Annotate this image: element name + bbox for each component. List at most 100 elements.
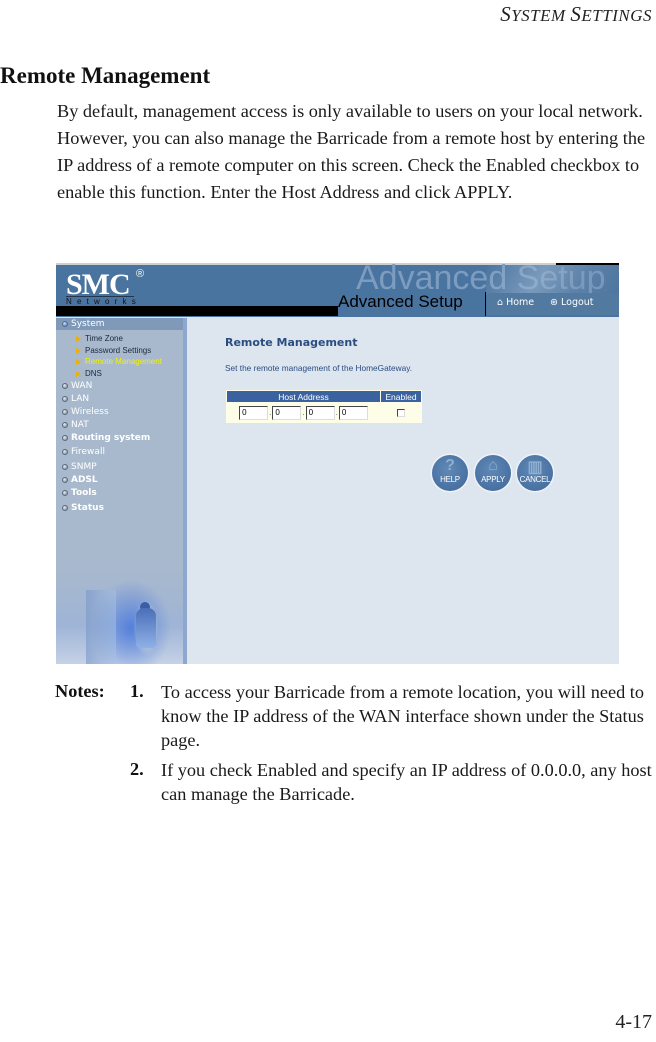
sidebar-item-wireless[interactable]: Wireless	[62, 407, 109, 417]
running-head: SYSTEM SETTINGS	[500, 2, 652, 27]
sidebar-subitem-label: Remote Management	[85, 357, 162, 366]
ip-separator: .	[269, 408, 272, 417]
table-row: . . .	[227, 403, 421, 422]
enabled-header: Enabled	[381, 391, 421, 402]
sidebar-item-label: Wireless	[71, 407, 109, 417]
logout-label: Logout	[561, 297, 594, 308]
header-black-bar	[56, 306, 338, 316]
running-head-cap-1: S	[500, 2, 512, 26]
sidebar-item-label: LAN	[71, 394, 90, 404]
logo-tagline: Networks	[66, 297, 141, 306]
sidebar-item-label: Status	[71, 503, 104, 513]
bullet-icon	[62, 435, 68, 441]
ip-octet-3-input[interactable]	[305, 405, 335, 420]
bullet-icon	[62, 505, 68, 511]
apply-label: APPLY	[481, 475, 505, 484]
house-icon: ⌂	[497, 297, 504, 308]
ip-octet-1-input[interactable]	[239, 405, 269, 420]
bullet-icon	[62, 477, 68, 483]
sidebar-subitem-label: DNS	[85, 369, 102, 378]
sidebar-item-status[interactable]: Status	[62, 503, 104, 513]
bullet-icon	[62, 409, 68, 415]
home-link[interactable]: ⌂ Home	[497, 297, 534, 308]
registered-mark: ®	[136, 268, 145, 280]
section-title: Remote Management	[0, 63, 211, 88]
sidebar-item-label: Tools	[71, 488, 97, 498]
sidebar-item-routing-system[interactable]: Routing system	[62, 433, 150, 443]
remote-management-table: Host Address Enabled . . .	[226, 390, 422, 423]
cancel-label: CANCEL	[519, 475, 551, 484]
enabled-cell	[381, 403, 421, 422]
help-label: HELP	[440, 475, 460, 484]
sidebar-item-label: System	[71, 319, 105, 329]
triangle-right-icon	[76, 370, 81, 377]
note-1-number: 1.	[130, 681, 144, 701]
sidebar-item-tools[interactable]: Tools	[62, 488, 97, 498]
sidebar-subitem-label: Time Zone	[85, 334, 123, 343]
sidebar-item-wan[interactable]: WAN	[62, 381, 92, 391]
banner-artwork	[486, 265, 619, 295]
photo-door	[86, 590, 116, 664]
sidebar-subitem-label: Password Settings	[85, 346, 152, 355]
host-address-header: Host Address	[227, 391, 380, 402]
router-ui-screenshot: Advanced Setup SMC ® Networks Advanced S…	[56, 263, 619, 664]
running-head-rest-1: YSTEM	[511, 6, 571, 25]
sidebar-subitem-password-settings[interactable]: Password Settings	[76, 346, 151, 355]
bullet-icon	[62, 449, 68, 455]
host-address-cell: . . .	[227, 403, 380, 422]
table-header-row: Host Address Enabled	[227, 391, 421, 402]
sidebar-subitem-time-zone[interactable]: Time Zone	[76, 334, 123, 343]
page-number: 4-17	[615, 1011, 652, 1033]
sidebar-item-nat[interactable]: NAT	[62, 420, 89, 430]
sidebar-item-system[interactable]: System	[62, 319, 105, 329]
running-head-rest-2: ETTINGS	[581, 6, 652, 25]
ip-address-field: . . .	[227, 405, 380, 420]
bullet-icon	[62, 321, 68, 327]
ip-octet-2-input[interactable]	[272, 405, 302, 420]
sidebar-item-adsl[interactable]: ADSL	[62, 475, 98, 485]
triangle-right-icon	[76, 347, 81, 354]
question-mark-icon: ?	[445, 457, 455, 474]
bullet-icon	[62, 396, 68, 402]
header-banner: Advanced Setup SMC ® Networks Advanced S…	[56, 263, 619, 317]
sidebar-item-lan[interactable]: LAN	[62, 394, 89, 404]
sidebar-photo	[56, 568, 183, 664]
sidebar-item-label: ADSL	[71, 475, 98, 485]
triangle-right-icon	[76, 335, 81, 342]
cancel-button[interactable]: ▥ CANCEL	[517, 455, 553, 491]
intro-paragraph: By default, management access is only av…	[57, 101, 646, 202]
sidebar-subitem-dns[interactable]: DNS	[76, 369, 102, 378]
sidebar-item-label: WAN	[71, 381, 93, 391]
content-title: Remote Management	[225, 336, 358, 349]
home-label: Home	[506, 297, 535, 308]
banner-title: Advanced Setup	[338, 292, 463, 311]
content-subtitle: Set the remote management of the HomeGat…	[225, 363, 413, 373]
note-1-text: To access your Barricade from a remote l…	[161, 682, 644, 750]
sidebar-item-snmp[interactable]: SNMP	[62, 462, 97, 472]
help-button[interactable]: ? HELP	[432, 455, 468, 491]
note-2-text: If you check Enabled and specify an IP a…	[161, 760, 652, 804]
ip-separator: .	[335, 408, 338, 417]
notes-label: Notes:	[55, 681, 105, 701]
bullet-icon	[62, 490, 68, 496]
sidebar-item-firewall[interactable]: Firewall	[62, 447, 105, 457]
ip-octet-4-input[interactable]	[338, 405, 368, 420]
photo-person	[136, 608, 156, 648]
note-2-number: 2.	[130, 759, 144, 779]
sidebar-edge	[183, 318, 187, 664]
bullet-icon	[62, 464, 68, 470]
ip-separator: .	[302, 408, 305, 417]
sidebar-item-label: SNMP	[71, 462, 97, 472]
sidebar-item-label: Routing system	[71, 433, 151, 443]
sidebar: System Time Zone Password Settings Remot…	[56, 318, 183, 664]
bullet-icon	[62, 422, 68, 428]
apply-button[interactable]: ⌂ APPLY	[475, 455, 511, 491]
sidebar-item-label: NAT	[71, 420, 89, 430]
triangle-right-icon	[76, 358, 81, 365]
sidebar-item-label: Firewall	[71, 447, 105, 457]
enabled-checkbox[interactable]	[397, 408, 405, 417]
logout-link[interactable]: ⊛ Logout	[550, 297, 594, 308]
sidebar-subitem-remote-management[interactable]: Remote Management	[76, 357, 162, 366]
mouse-icon: ⌂	[488, 457, 498, 474]
trash-can-icon: ▥	[527, 459, 543, 476]
